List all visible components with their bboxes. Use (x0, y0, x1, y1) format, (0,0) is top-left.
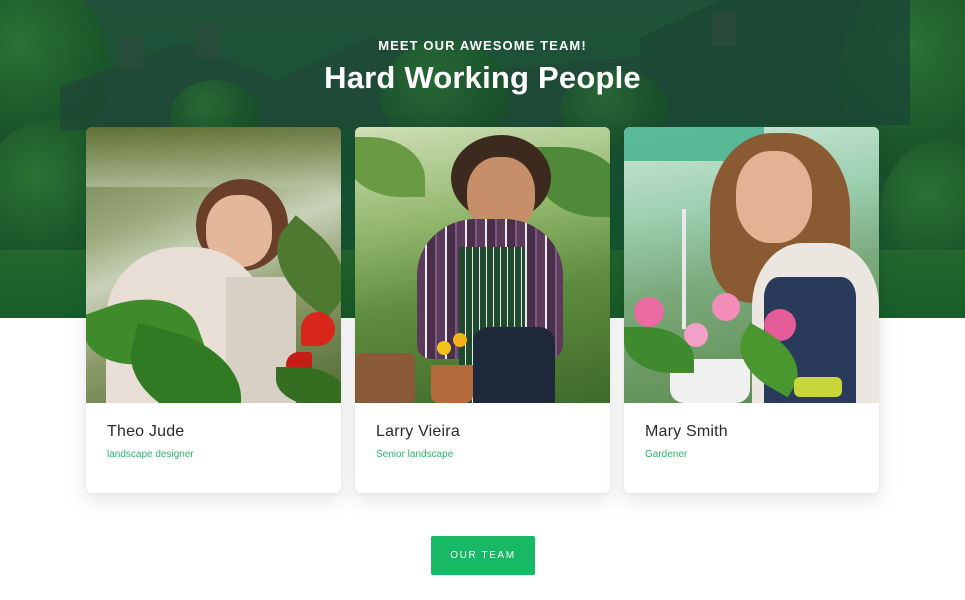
team-member-role: landscape designer (107, 449, 194, 460)
team-member-name: Mary Smith (645, 423, 728, 440)
team-member-role: Senior landscape (376, 449, 454, 460)
team-member-name: Theo Jude (107, 423, 185, 440)
team-member-name: Larry Vieira (376, 423, 460, 440)
team-member-photo (355, 127, 610, 403)
team-card-theo-jude[interactable]: Theo Jude landscape designer (86, 127, 341, 493)
team-member-photo (624, 127, 879, 403)
section-title: Hard Working People (324, 60, 641, 95)
our-team-button[interactable]: OUR TEAM (431, 536, 535, 575)
team-card-larry-vieira[interactable]: Larry Vieira Senior landscape (355, 127, 610, 493)
team-card-mary-smith[interactable]: Mary Smith Gardener (624, 127, 879, 493)
section-eyebrow: MEET OUR AWESOME TEAM! (378, 38, 587, 53)
team-member-role: Gardener (645, 449, 688, 460)
team-member-photo (86, 127, 341, 403)
